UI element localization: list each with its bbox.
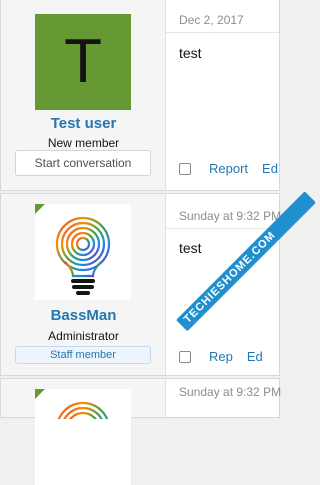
- avatar[interactable]: [35, 389, 131, 485]
- user-title: New member: [47, 136, 120, 150]
- edit-link[interactable]: Ed: [247, 349, 263, 364]
- report-link[interactable]: Rep: [209, 349, 233, 364]
- select-post-checkbox[interactable]: [179, 350, 191, 363]
- lightbulb-fingerprint-icon: [55, 216, 111, 295]
- staff-member-badge: Staff member: [15, 346, 151, 364]
- message-user-cell: [1, 379, 166, 485]
- username-link[interactable]: BassMan: [1, 307, 166, 324]
- message-body: test: [179, 240, 202, 256]
- username-link[interactable]: Test user: [1, 115, 166, 132]
- message-actions: Rep Ed: [179, 349, 277, 364]
- avatar[interactable]: [35, 204, 131, 300]
- message-body: test: [179, 45, 202, 61]
- divider: [166, 32, 279, 33]
- select-post-checkbox[interactable]: [179, 162, 191, 175]
- avatar[interactable]: T: [35, 14, 131, 110]
- lightbulb-fingerprint-icon: [55, 401, 111, 457]
- post-date-link[interactable]: Sunday at 9:32 PM: [179, 385, 281, 399]
- edit-link[interactable]: Ed: [262, 161, 278, 176]
- report-link[interactable]: Report: [209, 161, 248, 176]
- message-post: T Test user New member Start conversatio…: [0, 0, 280, 191]
- message-post: BassMan Administrator Staff member Sunda…: [0, 193, 281, 376]
- message-post: Sunday at 9:32 PM: [0, 378, 281, 485]
- message-actions: Report Ed: [179, 161, 292, 176]
- new-post-flag: [35, 204, 45, 214]
- post-date-link[interactable]: Sunday at 9:32 PM: [179, 209, 281, 223]
- message-user-cell: T Test user New member Start conversatio…: [1, 0, 166, 190]
- message-content-cell: Dec 2, 2017 test Report Ed: [166, 0, 279, 190]
- message-content-cell: Sunday at 9:32 PM: [166, 379, 281, 417]
- start-conversation-button[interactable]: Start conversation: [15, 150, 151, 176]
- divider: [166, 228, 279, 229]
- user-title: Administrator: [48, 329, 119, 343]
- new-post-flag: [35, 389, 45, 399]
- post-date-link[interactable]: Dec 2, 2017: [179, 13, 244, 27]
- message-user-cell: BassMan Administrator Staff member: [1, 194, 166, 375]
